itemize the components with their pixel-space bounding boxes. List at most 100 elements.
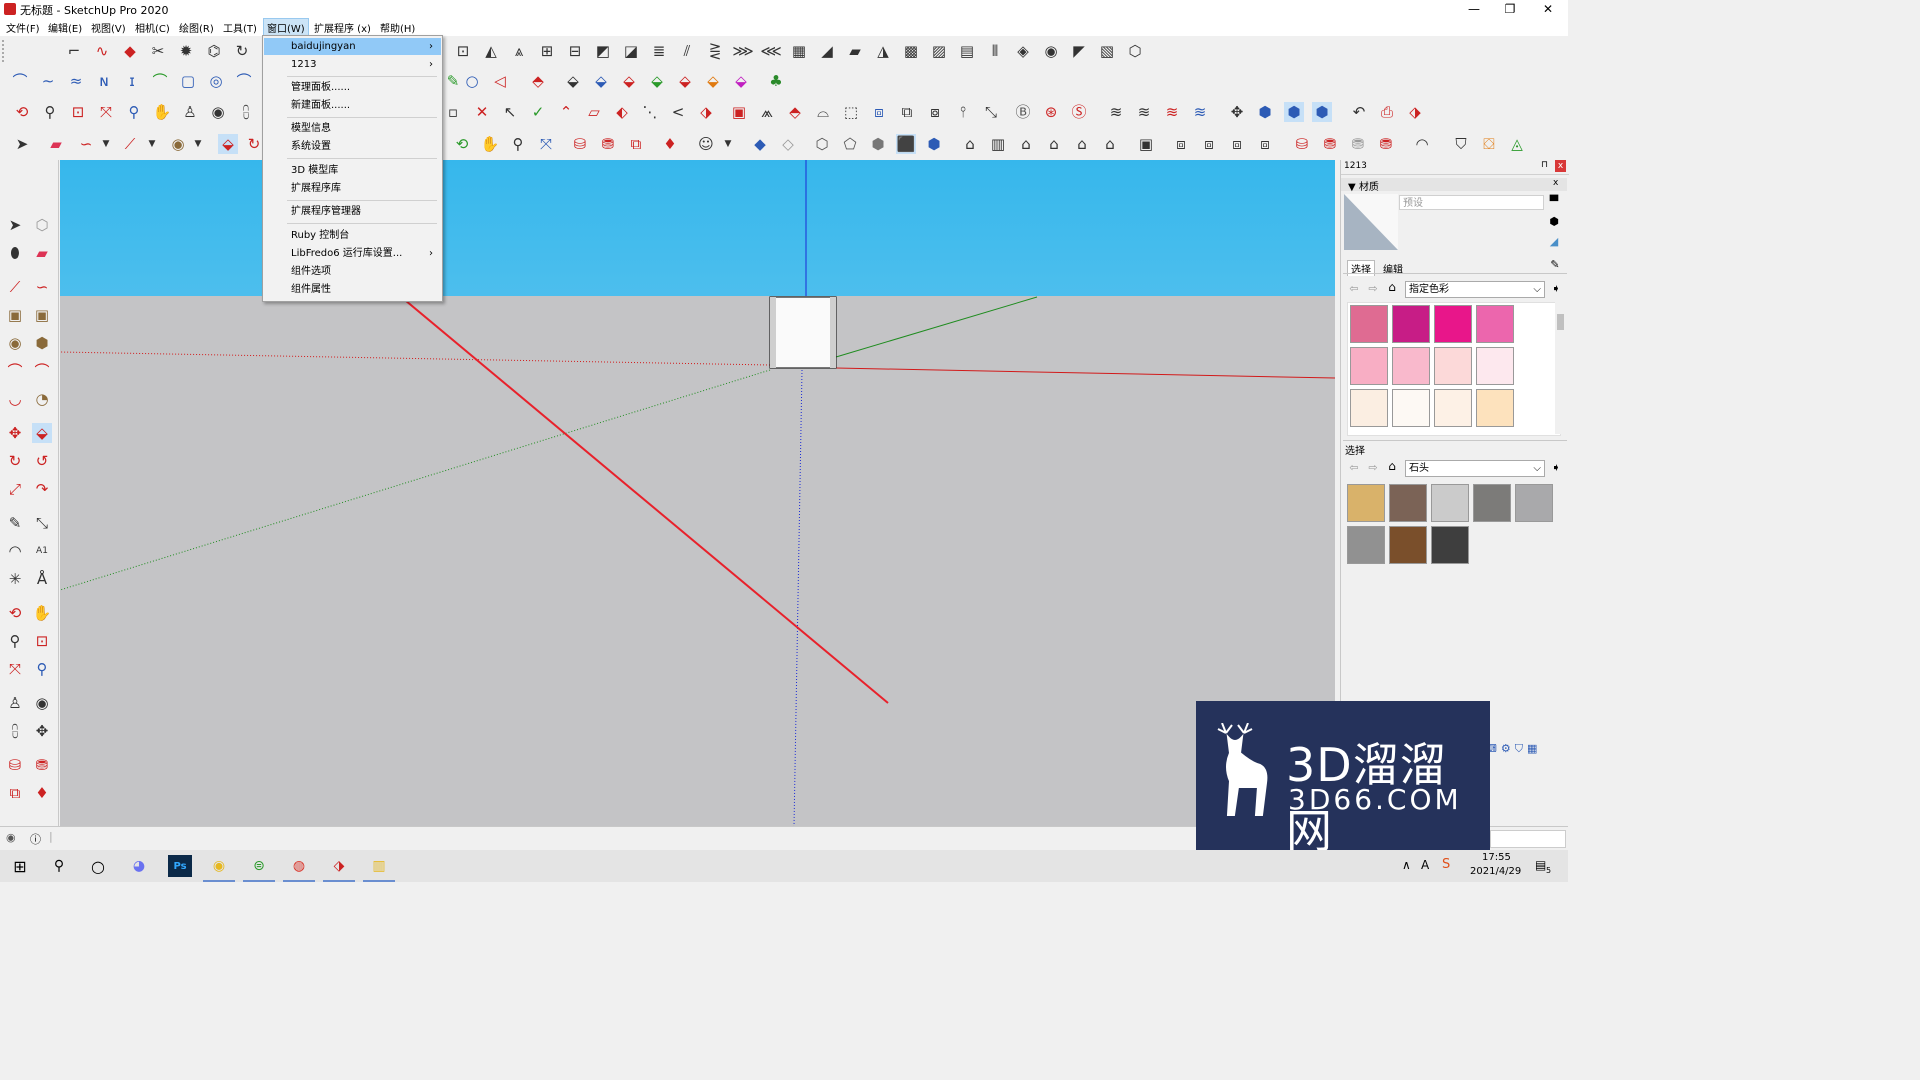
measurements-box[interactable] bbox=[1490, 830, 1566, 848]
display-sample-icon[interactable]: ▀ bbox=[1546, 194, 1562, 208]
task-view-icon[interactable]: ○ bbox=[86, 855, 110, 877]
view-cube-icon-3[interactable]: ⬢ bbox=[1312, 102, 1332, 122]
style-icon-1[interactable]: ◆ bbox=[750, 134, 770, 154]
window-menu-extension-warehouse[interactable]: 扩展程序库 bbox=[264, 180, 441, 197]
shape-tool-icon-16[interactable]: ◮ bbox=[873, 41, 893, 61]
left-extension-icon[interactable]: ⧉ bbox=[5, 783, 25, 803]
window-menu-1213[interactable]: 1213 › bbox=[264, 56, 441, 73]
shape-tool-icon-10[interactable]: ⋛ bbox=[705, 41, 725, 61]
undo-icon[interactable]: ↶ bbox=[1349, 102, 1369, 122]
square-tool-icon[interactable]: ▢ bbox=[178, 71, 198, 91]
swatch-scrollbar[interactable] bbox=[1555, 302, 1566, 434]
chrome-icon[interactable]: ◍ bbox=[287, 855, 311, 877]
back-arrow-icon-2[interactable]: ⇦ bbox=[1347, 460, 1361, 474]
left-offset-icon[interactable]: ↷ bbox=[32, 479, 52, 499]
left-section-plane-icon[interactable]: ✥ bbox=[32, 721, 52, 741]
edge-tool-icon-3[interactable]: ✓ bbox=[528, 102, 548, 122]
freehand-icon[interactable]: ∽ bbox=[76, 134, 96, 154]
shape-tool-icon-24[interactable]: ▧ bbox=[1097, 41, 1117, 61]
su-app-icon[interactable]: Ⓢ bbox=[1069, 102, 1089, 122]
tray-pin-icon[interactable]: ⊓ bbox=[1541, 160, 1548, 170]
tree-icon[interactable]: ♣ bbox=[766, 71, 786, 91]
loop-icon[interactable]: ⌬ bbox=[204, 41, 224, 61]
shape-tool-icon-13[interactable]: ▦ bbox=[789, 41, 809, 61]
photoshop-icon[interactable]: Ps bbox=[168, 855, 192, 877]
search-icon[interactable]: ⚲ bbox=[47, 855, 71, 877]
user-settings-icon[interactable]: ⚙ bbox=[1501, 742, 1511, 760]
style-icon-7[interactable]: ⬢ bbox=[924, 134, 944, 154]
curve-tool-icon-2[interactable]: ≈ bbox=[66, 71, 86, 91]
pencil-tool-icon[interactable]: ✎ bbox=[443, 71, 463, 91]
pan-icon-2[interactable]: ✋ bbox=[480, 134, 500, 154]
axes-icon[interactable]: ✥ bbox=[1227, 102, 1247, 122]
left-follow-me-icon[interactable]: ↺ bbox=[32, 451, 52, 471]
menu-extensions[interactable]: 扩展程序 (x) bbox=[314, 20, 371, 35]
eraser-icon[interactable]: ▰ bbox=[46, 134, 66, 154]
left-dimension-icon[interactable]: ⤡ bbox=[32, 513, 52, 533]
tray-close-icon[interactable]: x bbox=[1555, 160, 1566, 172]
shape-tool-icon-12[interactable]: ⋘ bbox=[760, 41, 781, 61]
solid-tool-icon-6[interactable]: ⧈ bbox=[869, 102, 889, 122]
material-swatch[interactable] bbox=[1350, 389, 1388, 427]
section-icon-3[interactable]: ⧈ bbox=[1199, 134, 1219, 154]
edge-tool-icon-2[interactable]: ↖ bbox=[500, 102, 520, 122]
info-icon[interactable]: ⓘ bbox=[30, 831, 41, 847]
taskbar-date[interactable]: 2021/4/29 bbox=[1470, 866, 1521, 877]
solid-tool-icon-8[interactable]: ⧇ bbox=[925, 102, 945, 122]
arc-tool-icon-2[interactable]: ⌒ bbox=[150, 71, 170, 91]
shape-tool-icon-11[interactable]: ⋙ bbox=[732, 41, 753, 61]
ruby-icon[interactable]: ♦ bbox=[660, 134, 680, 154]
material-swatch[interactable] bbox=[1392, 305, 1430, 343]
section-icon-1[interactable]: ▣ bbox=[1136, 134, 1156, 154]
default-material-icon[interactable]: ◢ bbox=[1546, 234, 1562, 248]
menu-file[interactable]: 文件(F) bbox=[6, 20, 40, 35]
polygon-tool-icon[interactable]: ◁ bbox=[490, 71, 510, 91]
left-look-around-icon[interactable]: ◉ bbox=[32, 693, 52, 713]
arc-tool-icon-1[interactable]: ⌒ bbox=[10, 71, 30, 91]
restore-button[interactable]: ❐ bbox=[1492, 0, 1528, 18]
close-button[interactable]: ✕ bbox=[1530, 0, 1566, 18]
window-menu-3d-warehouse[interactable]: 3D 模型库 bbox=[264, 162, 441, 179]
left-zoom-icon[interactable]: ⚲ bbox=[5, 631, 25, 651]
left-ruby-icon[interactable]: ♦ bbox=[32, 783, 52, 803]
left-axes-icon[interactable]: ✳ bbox=[5, 569, 25, 589]
forward-arrow-icon[interactable]: ⇨ bbox=[1366, 281, 1380, 295]
shape-tool-icon-3[interactable]: ⩓ bbox=[509, 41, 529, 61]
library-select-1[interactable]: 指定色彩 ⌵ bbox=[1405, 281, 1545, 298]
window-menu-preferences[interactable]: 系统设置 bbox=[264, 138, 441, 155]
style-icon-3[interactable]: ⬡ bbox=[812, 134, 832, 154]
left-circle-icon[interactable]: ◉ bbox=[5, 333, 25, 353]
layers-icon-1[interactable]: ≋ bbox=[1106, 102, 1126, 122]
spiral-tool-icon[interactable]: ◎ bbox=[206, 71, 226, 91]
taskbar-time[interactable]: 17:55 bbox=[1482, 852, 1511, 863]
layers-icon-4[interactable]: ≋ bbox=[1190, 102, 1210, 122]
details-arrow-icon[interactable]: ➧ bbox=[1549, 281, 1563, 295]
left-freehand-icon[interactable]: ∽ bbox=[32, 277, 52, 297]
extrude-tool-icon-3[interactable]: ⬙ bbox=[591, 71, 611, 91]
chat-app-icon[interactable]: ◕ bbox=[127, 855, 151, 877]
layers-icon-3[interactable]: ≋ bbox=[1162, 102, 1182, 122]
left-warehouse-icon[interactable]: ⛁ bbox=[5, 755, 25, 775]
face-tool-icon[interactable]: ▱ bbox=[584, 102, 604, 122]
shape-tool-icon-21[interactable]: ◈ bbox=[1013, 41, 1033, 61]
left-zoom-extents-icon[interactable]: ⤧ bbox=[5, 659, 25, 679]
chevron-down-icon-4[interactable]: ▼ bbox=[718, 134, 738, 154]
plugin-icon-1[interactable]: ⛁ bbox=[1292, 134, 1312, 154]
layers-icon-2[interactable]: ≋ bbox=[1134, 102, 1154, 122]
menu-draw[interactable]: 绘图(R) bbox=[179, 20, 214, 35]
zoom-extents-icon-2[interactable]: ⤧ bbox=[536, 134, 556, 154]
extrude-tool-icon-r[interactable]: ⬙ bbox=[619, 71, 639, 91]
back-arrow-icon[interactable]: ⇦ bbox=[1347, 281, 1361, 295]
materials-panel-close-icon[interactable]: x bbox=[1553, 178, 1558, 188]
extrude-tool-icon-2[interactable]: ⬙ bbox=[563, 71, 583, 91]
start-button-icon[interactable]: ⊞ bbox=[8, 855, 32, 877]
pan-icon[interactable]: ✋ bbox=[152, 102, 172, 122]
edge-tool-icon-6[interactable]: ⋱ bbox=[640, 102, 660, 122]
solid-tool-icon-10[interactable]: ⤡ bbox=[981, 102, 1001, 122]
line-tool-icon[interactable]: ⟋ bbox=[120, 134, 140, 154]
plugin-icon-2[interactable]: ⛃ bbox=[1320, 134, 1340, 154]
menu-view[interactable]: 视图(V) bbox=[91, 20, 126, 35]
browser-360-icon[interactable]: ⊜ bbox=[247, 855, 271, 877]
forward-arrow-icon-2[interactable]: ⇨ bbox=[1366, 460, 1380, 474]
menu-help[interactable]: 帮助(H) bbox=[380, 20, 415, 35]
